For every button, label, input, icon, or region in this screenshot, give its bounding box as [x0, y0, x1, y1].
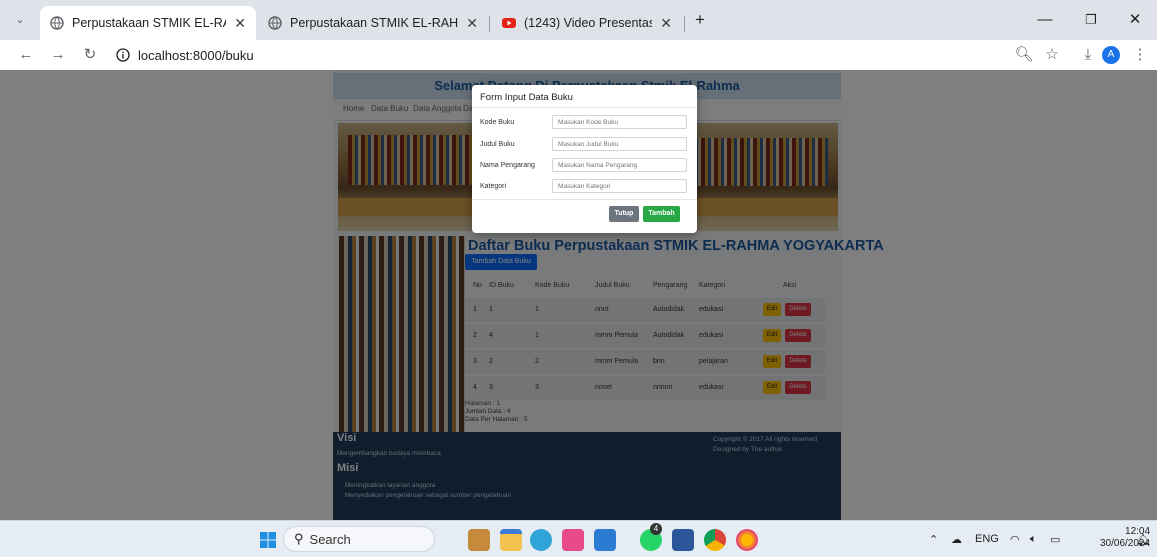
notification-bell-icon[interactable]: 🔔︎ [1136, 533, 1150, 546]
modal-title: Form Input Data Buku [480, 92, 573, 103]
xampp-icon[interactable] [562, 529, 584, 551]
windows-taskbar: ⚲ Search 4 ⌃ ☁ ENG ◠ 🔈︎ ▭ 12:04 30/06/20… [0, 520, 1157, 557]
word-icon[interactable] [672, 529, 694, 551]
chevron-up-icon[interactable]: ⌃ [929, 533, 938, 546]
back-arrow-icon[interactable]: ← [14, 43, 38, 67]
url-text[interactable]: localhost:8000/buku [138, 48, 254, 63]
edge-browser-icon[interactable] [530, 529, 552, 551]
whatsapp-icon[interactable]: 4 [640, 523, 662, 551]
tab-youtube[interactable]: (1243) Video Presentasi Artikel ✕ [492, 6, 682, 40]
youtube-icon [502, 18, 516, 28]
download-icon[interactable]: ⤓ [1076, 43, 1100, 67]
info-icon[interactable] [116, 48, 130, 62]
forward-arrow-icon[interactable]: → [46, 43, 70, 67]
firefox-icon[interactable] [736, 529, 758, 551]
tab-search-chevron-icon[interactable]: ⌄ [8, 8, 32, 32]
tab-title: (1243) Video Presentasi Artikel [524, 16, 653, 30]
profile-avatar[interactable]: A [1102, 46, 1120, 64]
kode-buku-label: Kode Buku [480, 119, 515, 126]
close-window-icon[interactable]: ✕ [1120, 8, 1150, 32]
wifi-icon[interactable]: ◠ [1010, 533, 1020, 546]
tab-title: Perpustakaan STMIK EL-RAHMA [290, 16, 459, 30]
zoom-icon[interactable]: 🔍︎ [1012, 43, 1036, 67]
submit-button[interactable]: Tambah [643, 206, 680, 222]
language-indicator[interactable]: ENG [975, 533, 999, 545]
whatsapp-badge: 4 [650, 523, 662, 535]
restore-icon[interactable]: ❐ [1076, 8, 1106, 32]
kode-buku-input[interactable] [552, 115, 687, 129]
kategori-label: Kategori [480, 183, 507, 190]
menu-kebab-icon[interactable]: ⋮ [1128, 43, 1152, 67]
chrome-icon[interactable] [704, 529, 726, 551]
new-tab-plus-icon[interactable]: + [688, 8, 712, 32]
kategori-input[interactable] [552, 179, 687, 193]
bookmark-star-icon[interactable]: ☆ [1040, 43, 1064, 67]
nama-pengarang-label: Nama Pengarang [480, 162, 535, 169]
tab-divider [684, 16, 685, 32]
tab-close-icon[interactable]: ✕ [660, 15, 672, 32]
tab-divider [489, 16, 490, 32]
address-bar[interactable]: localhost:8000/buku [112, 42, 1012, 68]
cloud-sync-icon[interactable]: ☁ [951, 533, 962, 546]
tab-close-icon[interactable]: ✕ [234, 15, 246, 32]
reload-icon[interactable]: ↻ [78, 43, 102, 67]
search-label: Search [309, 531, 351, 547]
tab-close-icon[interactable]: ✕ [466, 15, 478, 32]
globe-icon [50, 16, 64, 30]
globe-icon [268, 16, 282, 30]
judul-buku-input[interactable] [552, 137, 687, 151]
browser-toolbar: ← → ↻ localhost:8000/buku 🔍︎ ☆ ⤓ A ⋮ [0, 40, 1157, 71]
book-input-modal: Form Input Data Buku Kode Buku Judul Buk… [472, 85, 697, 233]
judul-buku-label: Judul Buku [480, 141, 515, 148]
close-button[interactable]: Tutup [609, 206, 639, 222]
battery-icon[interactable]: ▭ [1050, 533, 1060, 546]
file-explorer-icon[interactable] [500, 529, 522, 551]
modal-footer-divider [472, 199, 697, 200]
tab-strip: ⌄ Perpustakaan STMIK EL-RAHMA ✕ Perpusta… [0, 0, 1157, 40]
modal-divider [472, 107, 697, 108]
minimize-icon[interactable]: — [1030, 8, 1060, 32]
windows-start-icon[interactable] [260, 532, 276, 548]
widgets-icon[interactable] [468, 529, 490, 551]
volume-icon[interactable]: 🔈︎ [1030, 533, 1037, 546]
tab-perpustakaan-2[interactable]: Perpustakaan STMIK EL-RAHMA ✕ [258, 6, 488, 40]
vscode-icon[interactable] [594, 529, 616, 551]
search-icon: ⚲ [294, 531, 304, 546]
taskbar-search[interactable]: ⚲ Search [283, 526, 435, 552]
tab-perpustakaan-active[interactable]: Perpustakaan STMIK EL-RAHMA ✕ [40, 6, 256, 40]
nama-pengarang-input[interactable] [552, 158, 687, 172]
tab-title: Perpustakaan STMIK EL-RAHMA [72, 16, 226, 30]
